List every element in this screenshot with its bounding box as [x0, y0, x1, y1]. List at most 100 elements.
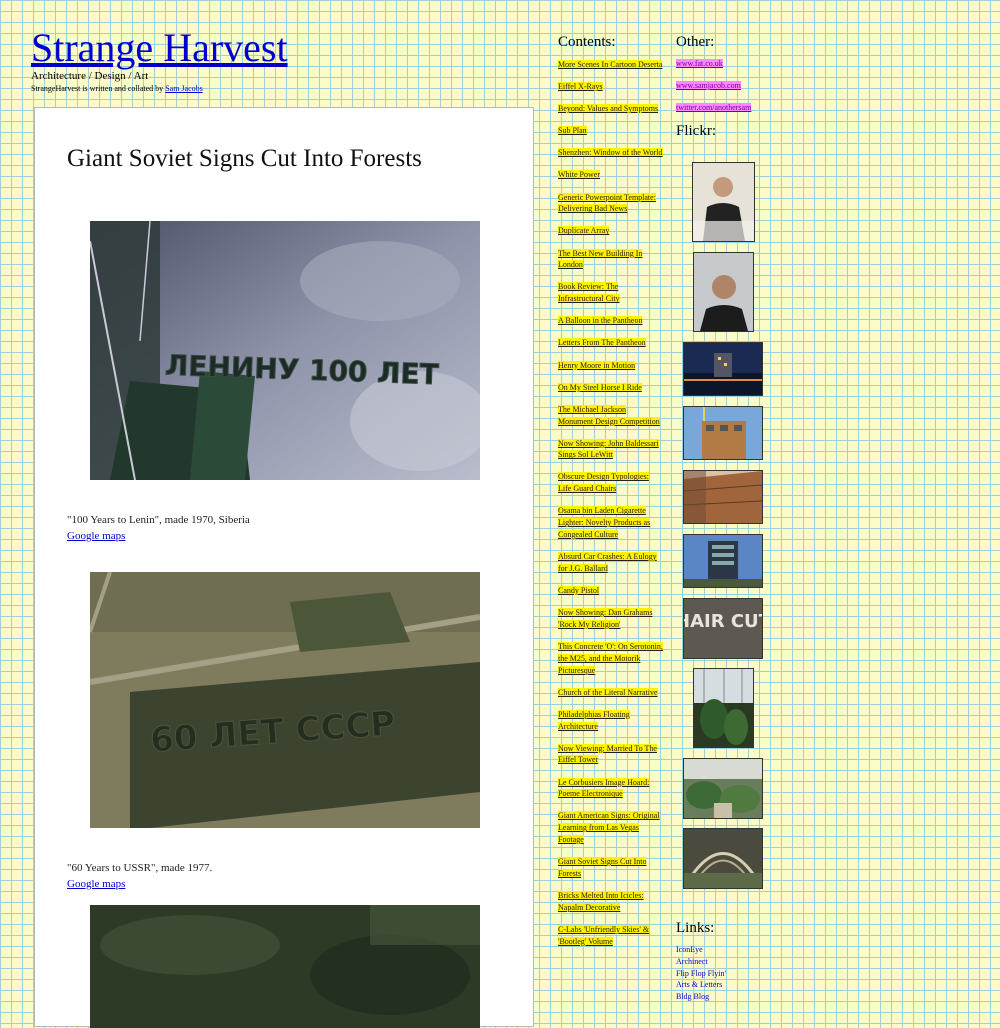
contents-link[interactable]: More Scenes In Cartoon Deserta — [558, 60, 663, 69]
links-heading: Links: — [676, 920, 715, 936]
contents-link[interactable]: C-Labs 'Unfriendly Skies' & 'Bootleg' Vo… — [558, 924, 650, 946]
author-link[interactable]: Sam Jacobs — [165, 84, 203, 93]
contents-link[interactable]: Duplicate Array — [558, 226, 610, 236]
flickr-thumb-tower[interactable] — [683, 534, 763, 588]
site-title-link[interactable]: Strange Harvest — [31, 26, 288, 70]
contents-item: Shenzhen: Window of the World — [558, 147, 663, 159]
contents-link[interactable]: Eiffel X-Rays — [558, 82, 603, 92]
contents-item: Le Corbusiers Image Hoard: Poeme Electro… — [558, 777, 663, 801]
contents-link[interactable]: Osama bin Laden Cigarette Lighter: Novel… — [558, 506, 651, 539]
links-item[interactable]: IconEye — [676, 944, 726, 956]
contents-item: The Michael Jackson Monument Design Comp… — [558, 404, 663, 428]
other-link-fat[interactable]: www.fat.co.uk — [676, 59, 796, 68]
links-item[interactable]: Bldg Blog — [676, 991, 726, 1003]
contents-link[interactable]: Now Showing: Dan Grahams 'Rock My Religi… — [558, 608, 653, 629]
contents-item: Philadelphias Floating Architecture — [558, 709, 663, 733]
contents-link[interactable]: Giant American Signs: Original Learning … — [558, 811, 660, 844]
contents-item: Book Review: The Infrastructural City — [558, 281, 663, 305]
contents-link[interactable]: The Best New Building In London — [558, 248, 643, 270]
satellite-image-ussr: 60 ЛЕТ СССР — [90, 572, 480, 828]
contents-link[interactable]: Beyond: Values and Symptoms — [558, 104, 659, 114]
flickr-thumb-construction[interactable] — [683, 406, 763, 460]
contents-item: Osama bin Laden Cigarette Lighter: Novel… — [558, 505, 663, 540]
links-item[interactable]: Flip Flop Flyin' — [676, 968, 726, 980]
contents-link[interactable]: Obscure Design Typologies: Life Guard Ch… — [558, 472, 649, 494]
contents-item: On My Steel Horse I Ride — [558, 382, 663, 394]
contents-item: Giant Soviet Signs Cut Into Forests — [558, 856, 663, 880]
other-link-samjacob[interactable]: www.samjacob.com — [676, 81, 796, 90]
contents-link[interactable]: Absurd Car Crashes: A Eulogy for J.G. Ba… — [558, 552, 657, 573]
flickr-thumb-night-building[interactable] — [683, 342, 763, 396]
hair-cut-sign-text: HAIR CUT — [684, 611, 762, 632]
credit-text: StrangeHarvest is written and collated b… — [31, 84, 166, 93]
contents-link[interactable]: Letters From The Pantheon — [558, 338, 646, 348]
contents-link[interactable]: Sub Plan — [558, 126, 587, 136]
contents-link[interactable]: Now Showing: John Baldessari Sings Sol L… — [558, 438, 659, 460]
contents-item: Now Viewing: Married To The Eiffel Tower — [558, 743, 663, 767]
contents-link[interactable]: Philadelphias Floating Architecture — [558, 709, 630, 731]
flickr-thumb-portrait-1[interactable] — [692, 162, 755, 242]
contents-item: White Power — [558, 169, 663, 181]
google-maps-link-2[interactable]: Google maps — [67, 878, 125, 890]
contents-link[interactable]: Candy Pistol — [558, 585, 600, 595]
links-list: IconEye Archinect Flip Flop Flyin' Arts & L… — [676, 944, 726, 1003]
contents-link[interactable]: Church of the Literal Narrative — [558, 687, 658, 697]
links-item[interactable]: Arts & Letters — [676, 979, 726, 991]
flickr-thumb-palm-house[interactable] — [693, 668, 754, 748]
contents-link[interactable]: Giant Soviet Signs Cut Into Forests — [558, 857, 647, 878]
contents-link[interactable]: Le Corbusiers Image Hoard: Poeme Electro… — [558, 777, 650, 799]
contents-item: Obscure Design Typologies: Life Guard Ch… — [558, 471, 663, 495]
contents-item: Generic Powerpoint Template: Delivering … — [558, 192, 663, 216]
contents-item: Eiffel X-Rays — [558, 81, 663, 93]
post-title: Giant Soviet Signs Cut Into Forests — [67, 145, 422, 172]
contents-item: Henry Moore in Motion — [558, 360, 663, 372]
site-tagline: Architecture / Design / Art — [31, 70, 149, 82]
contents-list: More Scenes In Cartoon Deserta Eiffel X-R… — [558, 59, 663, 947]
contents-item: Sub Plan — [558, 125, 663, 137]
contents-item: Giant American Signs: Original Learning … — [558, 810, 663, 845]
site-credit: StrangeHarvest is written and collated b… — [31, 84, 288, 93]
contents-item: This Concrete 'O': On Serotonin, the M25… — [558, 641, 663, 676]
other-sidebar: Other: www.fat.co.uk www.samjacob.com tw… — [676, 34, 796, 148]
contents-link[interactable]: Generic Powerpoint Template: Delivering … — [558, 192, 656, 214]
caption-1: "100 Years to Lenin", made 1970, Siberia — [67, 514, 250, 526]
flickr-thumb-wood-facade[interactable] — [683, 470, 763, 524]
site-header: Strange Harvest Architecture / Design / … — [31, 26, 288, 94]
other-heading: Other: — [676, 34, 715, 50]
contents-item: The Best New Building In London — [558, 248, 663, 272]
flickr-thumb-portrait-2[interactable] — [693, 252, 754, 332]
contents-item: Beyond: Values and Symptoms — [558, 103, 663, 115]
contents-item: More Scenes In Cartoon Deserta — [558, 59, 663, 71]
contents-link[interactable]: On My Steel Horse I Ride — [558, 382, 642, 392]
contents-item: Absurd Car Crashes: A Eulogy for J.G. Ba… — [558, 551, 663, 575]
contents-link[interactable]: Shenzhen: Window of the World — [558, 148, 663, 158]
flickr-thumb-hair-cut[interactable]: HAIR CUT — [683, 598, 763, 659]
contents-link[interactable]: Book Review: The Infrastructural City — [558, 282, 620, 304]
flickr-heading: Flickr: — [676, 123, 716, 139]
post-article: Giant Soviet Signs Cut Into Forests ЛЕНИ… — [34, 107, 534, 1028]
flickr-thumb-arched-roof[interactable] — [683, 828, 763, 889]
contents-item: A Balloon in the Pantheon — [558, 315, 663, 327]
contents-link[interactable]: The Michael Jackson Monument Design Comp… — [558, 404, 660, 426]
links-item[interactable]: Archinect — [676, 956, 726, 968]
contents-item: Church of the Literal Narrative — [558, 687, 663, 699]
contents-item: Letters From The Pantheon — [558, 337, 663, 349]
other-link-twitter[interactable]: twitter.com/anothersam — [676, 103, 796, 112]
contents-sidebar: Contents: More Scenes In Cartoon Deserta… — [558, 34, 663, 958]
contents-link[interactable]: This Concrete 'O': On Serotonin, the M25… — [558, 641, 663, 675]
contents-link[interactable]: Henry Moore in Motion — [558, 360, 636, 370]
flickr-thumb-greenhouse[interactable] — [683, 758, 763, 819]
satellite-image-3 — [90, 905, 480, 1028]
satellite-image-lenin: ЛЕНИНУ 100 ЛЕТ — [90, 221, 480, 480]
contents-heading: Contents: — [558, 34, 616, 50]
contents-link[interactable]: Now Viewing: Married To The Eiffel Tower — [558, 743, 657, 765]
contents-link[interactable]: A Balloon in the Pantheon — [558, 316, 643, 326]
contents-link[interactable]: White Power — [558, 170, 600, 180]
contents-item: Now Showing: Dan Grahams 'Rock My Religi… — [558, 607, 663, 631]
contents-link[interactable]: Bricks Melted Into Icicles: Napalm Decor… — [558, 890, 644, 912]
contents-item: Candy Pistol — [558, 585, 663, 597]
contents-item: Now Showing: John Baldessari Sings Sol L… — [558, 438, 663, 462]
contents-item: Duplicate Array — [558, 225, 663, 237]
google-maps-link-1[interactable]: Google maps — [67, 530, 125, 542]
contents-item: C-Labs 'Unfriendly Skies' & 'Bootleg' Vo… — [558, 924, 663, 948]
